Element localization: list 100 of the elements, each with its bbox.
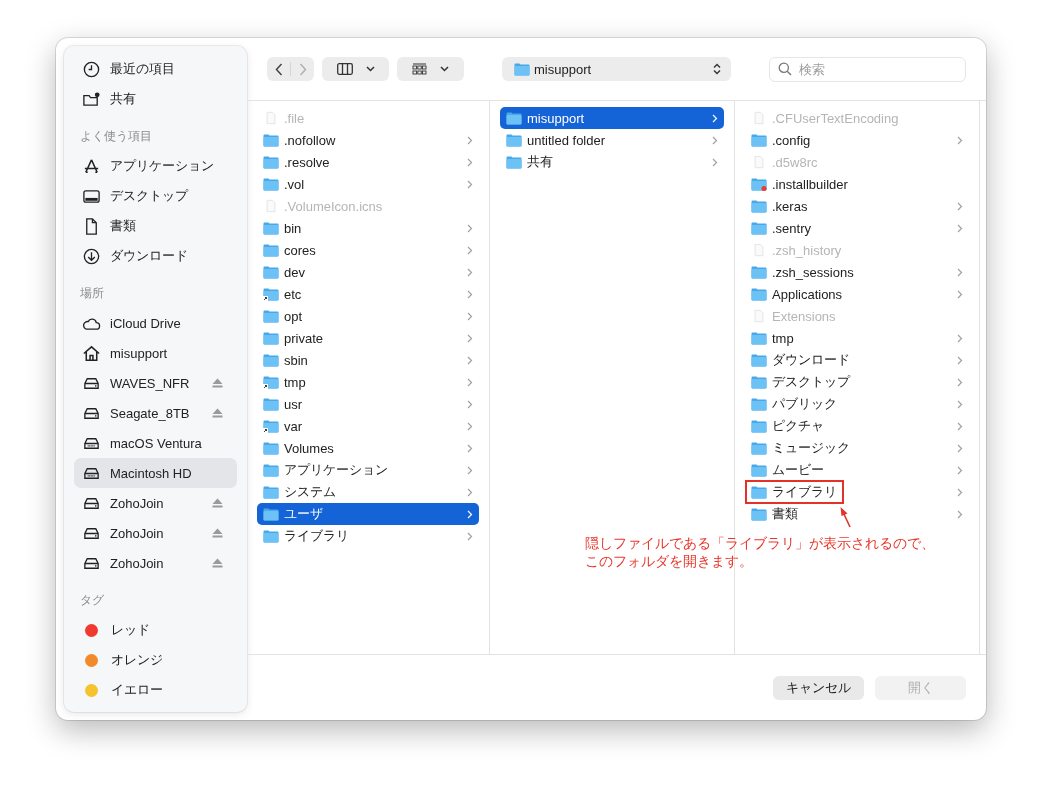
file-row[interactable]: ユーザ [257, 503, 479, 525]
folder-icon [751, 463, 767, 477]
file-row[interactable]: sbin [257, 349, 479, 371]
file-row[interactable]: システム [257, 481, 479, 503]
file-row[interactable]: 共有 [500, 151, 724, 173]
chevron-icon [957, 355, 963, 365]
folder-icon [263, 529, 279, 543]
folder-icon [263, 507, 279, 521]
sidebar-item[interactable]: アプリケーション [74, 151, 237, 181]
sidebar-item[interactable]: WAVES_NFR [74, 368, 237, 398]
file-row[interactable]: パブリック [745, 393, 969, 415]
file-row[interactable]: デスクトップ [745, 371, 969, 393]
tag-item[interactable]: レッド [74, 615, 237, 645]
folder-icon [514, 62, 530, 76]
chevron-icon [467, 245, 473, 255]
chevron-icon [467, 443, 473, 453]
folder-icon [263, 441, 279, 455]
sidebar-item[interactable]: Macintosh HD [74, 458, 237, 488]
eject-icon[interactable] [212, 378, 223, 388]
sidebar-item[interactable]: ZohoJoin [74, 518, 237, 548]
file-row[interactable]: private [257, 327, 479, 349]
file-row[interactable]: untitled folder [500, 129, 724, 151]
file-row[interactable]: opt [257, 305, 479, 327]
sidebar-item[interactable]: iCloud Drive [74, 308, 237, 338]
dropdown-icon [440, 66, 450, 72]
folder-icon [263, 485, 279, 499]
search-input[interactable]: 検索 [797, 60, 951, 78]
chevron-icon [957, 333, 963, 343]
file-row[interactable]: misupport [500, 107, 724, 129]
chevron-icon [712, 135, 718, 145]
tag-item[interactable]: オレンジ [74, 645, 237, 675]
chevron-icon [467, 179, 473, 189]
folder-icon [263, 463, 279, 477]
file-row[interactable]: dev [257, 261, 479, 283]
file-row[interactable]: .keras [745, 195, 969, 217]
sidebar-item[interactable]: 最近の項目 [74, 54, 237, 84]
eject-icon[interactable] [212, 558, 223, 568]
file-row[interactable]: .nofollow [257, 129, 479, 151]
sidebar-item[interactable]: macOS Ventura [74, 428, 237, 458]
file-row[interactable]: ミュージック [745, 437, 969, 459]
file-row[interactable]: ダウンロード [745, 349, 969, 371]
folder-badge-icon [751, 177, 767, 191]
folder-icon [506, 133, 522, 147]
chevron-icon [467, 333, 473, 343]
file-row[interactable]: ライブラリ [257, 525, 479, 547]
eject-icon[interactable] [212, 498, 223, 508]
group-button[interactable] [397, 57, 464, 81]
file-row[interactable]: .installbuilder [745, 173, 969, 195]
file-row[interactable]: usr [257, 393, 479, 415]
chevron-icon [957, 465, 963, 475]
search-field[interactable]: 検索 [769, 56, 966, 82]
folder-icon [263, 397, 279, 411]
sidebar-item[interactable]: Seagate_8TB [74, 398, 237, 428]
chevron-icon [957, 135, 963, 145]
file-row[interactable]: bin [257, 217, 479, 239]
document-icon [263, 199, 279, 213]
file-row[interactable]: .zsh_sessions [745, 261, 969, 283]
file-row[interactable]: .vol [257, 173, 479, 195]
section-heading: よく使う項目 [79, 128, 153, 145]
tag-item[interactable]: イエロー [74, 675, 237, 705]
file-row[interactable]: ライブラリ [745, 481, 969, 503]
folder-icon [751, 199, 767, 213]
sidebar-item[interactable]: ZohoJoin [74, 548, 237, 578]
file-row[interactable]: var [257, 415, 479, 437]
file-row[interactable]: ピクチャ [745, 415, 969, 437]
sidebar-item[interactable]: 書類 [74, 211, 237, 241]
file-row[interactable]: tmp [745, 327, 969, 349]
file-row[interactable]: ムービー [745, 459, 969, 481]
chevron-icon [957, 399, 963, 409]
chevron-icon [467, 355, 473, 365]
path-popup[interactable]: misupport [502, 57, 731, 81]
chevron-icon [467, 509, 473, 519]
file-row[interactable]: アプリケーション [257, 459, 479, 481]
chevron-icon [957, 267, 963, 277]
file-row[interactable]: tmp [257, 371, 479, 393]
sidebar-item[interactable]: misupport [74, 338, 237, 368]
file-row[interactable]: cores [257, 239, 479, 261]
annotation-text: 隠しファイルである「ライブラリ」が表示されるので、 [585, 534, 935, 552]
chevron-icon [467, 157, 473, 167]
eject-icon[interactable] [212, 408, 223, 418]
chevron-icon [467, 377, 473, 387]
dialog-button[interactable]: キャンセル [773, 675, 864, 700]
eject-icon[interactable] [212, 528, 223, 538]
file-row[interactable]: .config [745, 129, 969, 151]
folder-icon [751, 133, 767, 147]
sidebar-item[interactable]: 共有 [74, 84, 237, 114]
column-view-button[interactable] [322, 57, 389, 81]
dropdown-icon [365, 66, 375, 72]
chevron-icon [467, 465, 473, 475]
sidebar-item[interactable]: ダウンロード [74, 241, 237, 271]
sidebar-item[interactable]: デスクトップ [74, 181, 237, 211]
folder-icon [751, 353, 767, 367]
file-row[interactable]: .resolve [257, 151, 479, 173]
file-row[interactable]: Applications [745, 283, 969, 305]
file-row[interactable]: .sentry [745, 217, 969, 239]
folder-icon [751, 287, 767, 301]
file-row[interactable]: etc [257, 283, 479, 305]
sidebar-item[interactable]: ZohoJoin [74, 488, 237, 518]
file-row[interactable]: Volumes [257, 437, 479, 459]
section-heading: 場所 [79, 285, 105, 302]
